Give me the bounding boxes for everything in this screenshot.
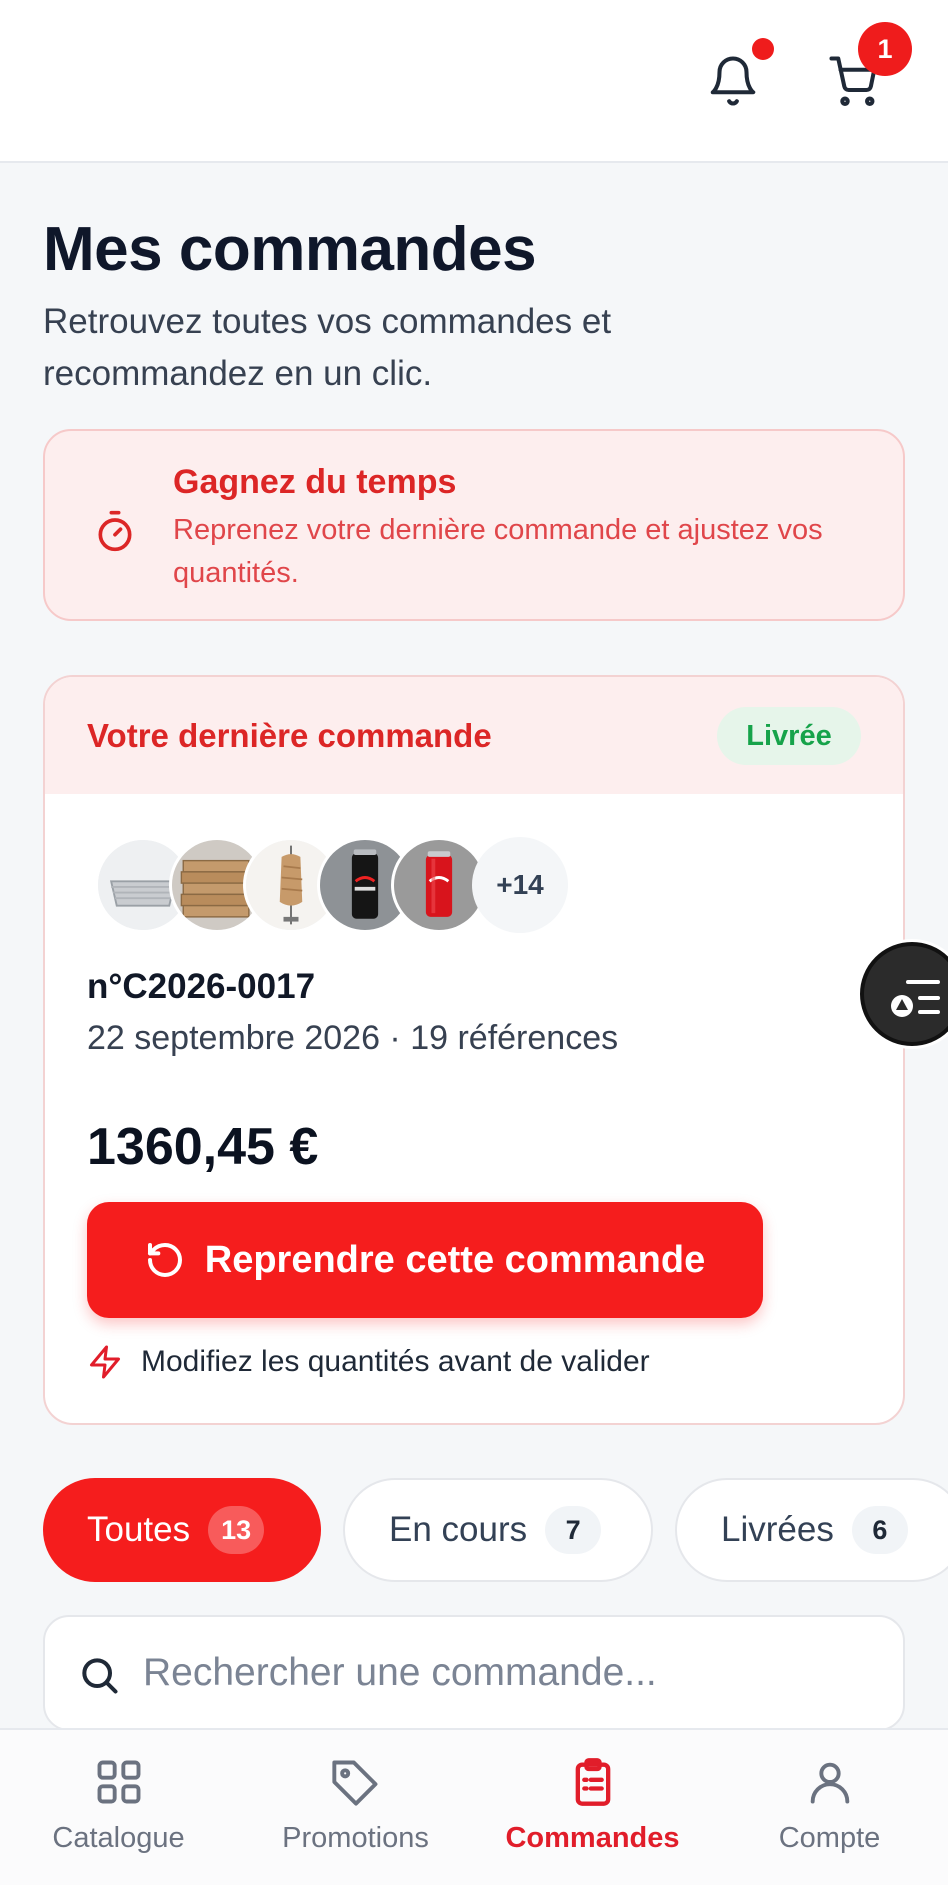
- nav-label: Commandes: [505, 1822, 680, 1854]
- grid-icon: [97, 1760, 140, 1804]
- clipboard-list-icon: [575, 1758, 610, 1806]
- tab-label: Livrées: [721, 1510, 834, 1549]
- tip-text: Reprenez votre dernière commande et ajus…: [173, 514, 823, 589]
- nav-promotions[interactable]: Promotions: [237, 1756, 474, 1866]
- status-badge: Livrée: [717, 707, 861, 765]
- user-icon: [810, 1762, 849, 1804]
- stopwatch-icon: [98, 510, 132, 552]
- last-order-header: Votre dernière commande Livrée: [45, 677, 903, 794]
- order-number: n°C2026-0017: [87, 967, 316, 1006]
- cart-count-badge: 1: [858, 22, 912, 76]
- reorder-hint: Modifiez les quantités avant de valider: [87, 1343, 650, 1381]
- tip-title: Gagnez du temps: [173, 463, 457, 501]
- nav-compte[interactable]: Compte: [711, 1756, 948, 1866]
- last-order-heading: Votre dernière commande: [87, 717, 492, 754]
- bottom-navigation: Catalogue Promotions Commandes Compte: [0, 1728, 948, 1885]
- tab-count: 7: [545, 1506, 602, 1554]
- tab-all[interactable]: Toutes 13: [43, 1478, 321, 1582]
- nav-label: Catalogue: [52, 1822, 185, 1854]
- tab-delivered[interactable]: Livrées 6: [675, 1478, 948, 1582]
- page-title: Mes commandes: [43, 215, 537, 284]
- reorder-hint-text: Modifiez les quantités avant de valider: [141, 1345, 650, 1378]
- tab-label: Toutes: [87, 1510, 191, 1549]
- more-products-count: +14: [472, 837, 568, 933]
- tag-icon: [331, 1760, 377, 1806]
- reorder-label: Reprendre cette commande: [204, 1238, 706, 1281]
- order-filter-tabs: Toutes 13 En cours 7 Livrées 6: [43, 1478, 948, 1582]
- menu-list-icon: [891, 980, 940, 1017]
- product-thumbnails: +14: [95, 837, 575, 933]
- reorder-button[interactable]: Reprendre cette commande: [87, 1202, 763, 1318]
- search-icon: [82, 1658, 118, 1694]
- order-total: 1360,45 €: [87, 1118, 319, 1176]
- rotate-ccw-icon: [147, 1243, 182, 1277]
- page-subtitle: Retrouvez toutes vos commandes et recomm…: [43, 302, 612, 393]
- tab-count: 13: [208, 1506, 265, 1554]
- bell-icon: [710, 56, 756, 106]
- notifications-button[interactable]: [706, 52, 760, 110]
- last-order-card: Votre dernière commande Livrée +14 n°C20…: [43, 675, 905, 1425]
- tab-in-progress[interactable]: En cours 7: [343, 1478, 653, 1582]
- search-placeholder: Rechercher une commande...: [143, 1651, 657, 1694]
- notification-dot: [752, 38, 774, 60]
- nav-catalogue[interactable]: Catalogue: [0, 1756, 237, 1866]
- nav-commandes[interactable]: Commandes: [474, 1756, 711, 1866]
- lightning-icon: [90, 1345, 120, 1379]
- top-bar: 1: [0, 0, 948, 163]
- nav-label: Compte: [778, 1822, 881, 1854]
- tab-count: 6: [851, 1506, 908, 1554]
- order-search-input[interactable]: Rechercher une commande...: [43, 1615, 905, 1731]
- tab-label: En cours: [389, 1510, 528, 1549]
- nav-label: Promotions: [282, 1822, 429, 1854]
- tip-card: Gagnez du temps Reprenez votre dernière …: [43, 429, 905, 621]
- order-meta: 22 septembre 2026 · 19 références: [87, 1019, 619, 1057]
